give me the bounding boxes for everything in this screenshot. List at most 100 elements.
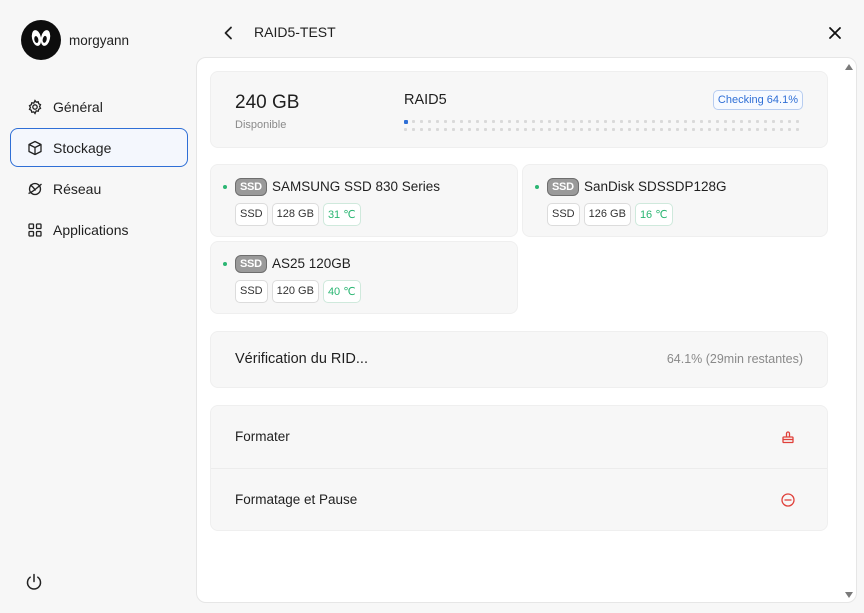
progress-dot	[708, 128, 711, 131]
disk-type-tag: SSD	[235, 280, 268, 303]
format-action[interactable]: Formater	[211, 406, 827, 469]
progress-dot	[572, 120, 575, 123]
progress-dot	[604, 120, 607, 123]
progress-dot	[660, 128, 663, 131]
progress-dot	[412, 120, 415, 123]
disk-name: SanDisk SDSSDP128G	[584, 179, 727, 194]
progress-dot	[676, 120, 679, 123]
progress-dot	[484, 128, 487, 131]
progress-dot	[708, 120, 711, 123]
progress-dot	[652, 128, 655, 131]
progress-dot	[684, 120, 687, 123]
disk-card[interactable]: SSD AS25 120GB SSD 120 GB 40 ℃	[210, 241, 518, 314]
grid-icon	[28, 222, 42, 237]
progress-dot	[476, 128, 479, 131]
progress-dot	[444, 128, 447, 131]
progress-dot	[516, 128, 519, 131]
progress-dot	[748, 120, 751, 123]
progress-dot	[716, 128, 719, 131]
sidebar-item-applications[interactable]: Applications	[10, 210, 188, 249]
progress-dot	[740, 120, 743, 123]
progress-dot	[604, 128, 607, 131]
progress-dot	[692, 128, 695, 131]
raid-type: RAID5	[404, 92, 447, 108]
progress-dot	[580, 120, 583, 123]
progress-dot	[564, 120, 567, 123]
globe-icon	[28, 182, 42, 195]
disk-temp-tag: 31 ℃	[322, 203, 361, 226]
progress-dot	[532, 120, 535, 123]
progress-dot	[572, 128, 575, 131]
disk-status-dot	[535, 185, 539, 189]
progress-dot	[548, 128, 551, 131]
progress-dot	[412, 128, 415, 131]
sidebar-item-network[interactable]: Réseau	[10, 169, 188, 208]
back-arrow-icon[interactable]	[220, 24, 238, 42]
scroll-down-arrow-icon[interactable]	[845, 592, 853, 598]
progress-dot	[588, 128, 591, 131]
progress-dot	[436, 120, 439, 123]
progress-dot	[700, 128, 703, 131]
progress-dot	[436, 128, 439, 131]
progress-dot	[476, 120, 479, 123]
progress-dot	[780, 120, 783, 123]
progress-dot	[524, 128, 527, 131]
progress-dot	[764, 120, 767, 123]
minus-circle-icon[interactable]	[780, 492, 796, 508]
progress-dot	[628, 128, 631, 131]
status-badge: Checking 64.1%	[712, 90, 803, 110]
format-pause-label: Formatage et Pause	[235, 492, 358, 507]
username: morgyann	[69, 32, 130, 48]
progress-dot	[524, 120, 527, 123]
progress-dot	[620, 120, 623, 123]
verification-card[interactable]: Vérification du RID... 64.1% (29min rest…	[210, 331, 828, 388]
progress-dot	[460, 120, 463, 123]
scrollbar[interactable]	[844, 62, 854, 600]
scroll-up-arrow-icon[interactable]	[845, 64, 853, 70]
progress-dot	[716, 120, 719, 123]
progress-dot	[420, 128, 423, 131]
progress-dot	[428, 120, 431, 123]
progress-dot	[652, 120, 655, 123]
progress-dot	[700, 120, 703, 123]
progress-dot	[636, 128, 639, 131]
progress-dot	[732, 128, 735, 131]
progress-dot	[500, 128, 503, 131]
ssd-badge: SSD	[547, 178, 579, 196]
format-brush-icon[interactable]	[780, 429, 796, 445]
progress-dot	[756, 128, 759, 131]
progress-dot	[612, 120, 615, 123]
power-icon[interactable]	[24, 572, 44, 592]
progress-dot	[444, 120, 447, 123]
progress-dot	[756, 120, 759, 123]
disk-card[interactable]: SSD SanDisk SDSSDP128G SSD 126 GB 16 ℃	[522, 164, 828, 237]
progress-dot	[740, 128, 743, 131]
progress-dot	[564, 128, 567, 131]
progress-dot	[676, 128, 679, 131]
progress-dot	[556, 120, 559, 123]
progress-dot	[404, 128, 407, 131]
sidebar-item-general[interactable]: Général	[10, 87, 188, 126]
progress-dot	[628, 120, 631, 123]
progress-dot	[588, 120, 591, 123]
user-profile[interactable]: morgyann	[21, 20, 129, 60]
progress-dot	[540, 128, 543, 131]
gear-icon	[28, 98, 42, 115]
verification-title: Vérification du RID...	[235, 351, 368, 367]
capacity-label: Disponible	[235, 119, 287, 131]
format-pause-action[interactable]: Formatage et Pause	[211, 469, 827, 532]
progress-dot	[452, 120, 455, 123]
progress-dot	[540, 120, 543, 123]
disk-card[interactable]: SSD SAMSUNG SSD 830 Series SSD 128 GB 31…	[210, 164, 518, 237]
progress-dot	[724, 120, 727, 123]
progress-dot	[596, 120, 599, 123]
progress-dot	[692, 120, 695, 123]
sidebar-item-storage[interactable]: Stockage	[10, 128, 188, 167]
progress-dot	[636, 120, 639, 123]
progress-dot	[780, 128, 783, 131]
disk-temp-tag: 40 ℃	[322, 280, 361, 303]
progress-dot	[788, 128, 791, 131]
raid-progress-dots	[404, 120, 804, 136]
close-icon[interactable]	[826, 24, 844, 42]
capacity-value: 240 GB	[235, 92, 300, 113]
